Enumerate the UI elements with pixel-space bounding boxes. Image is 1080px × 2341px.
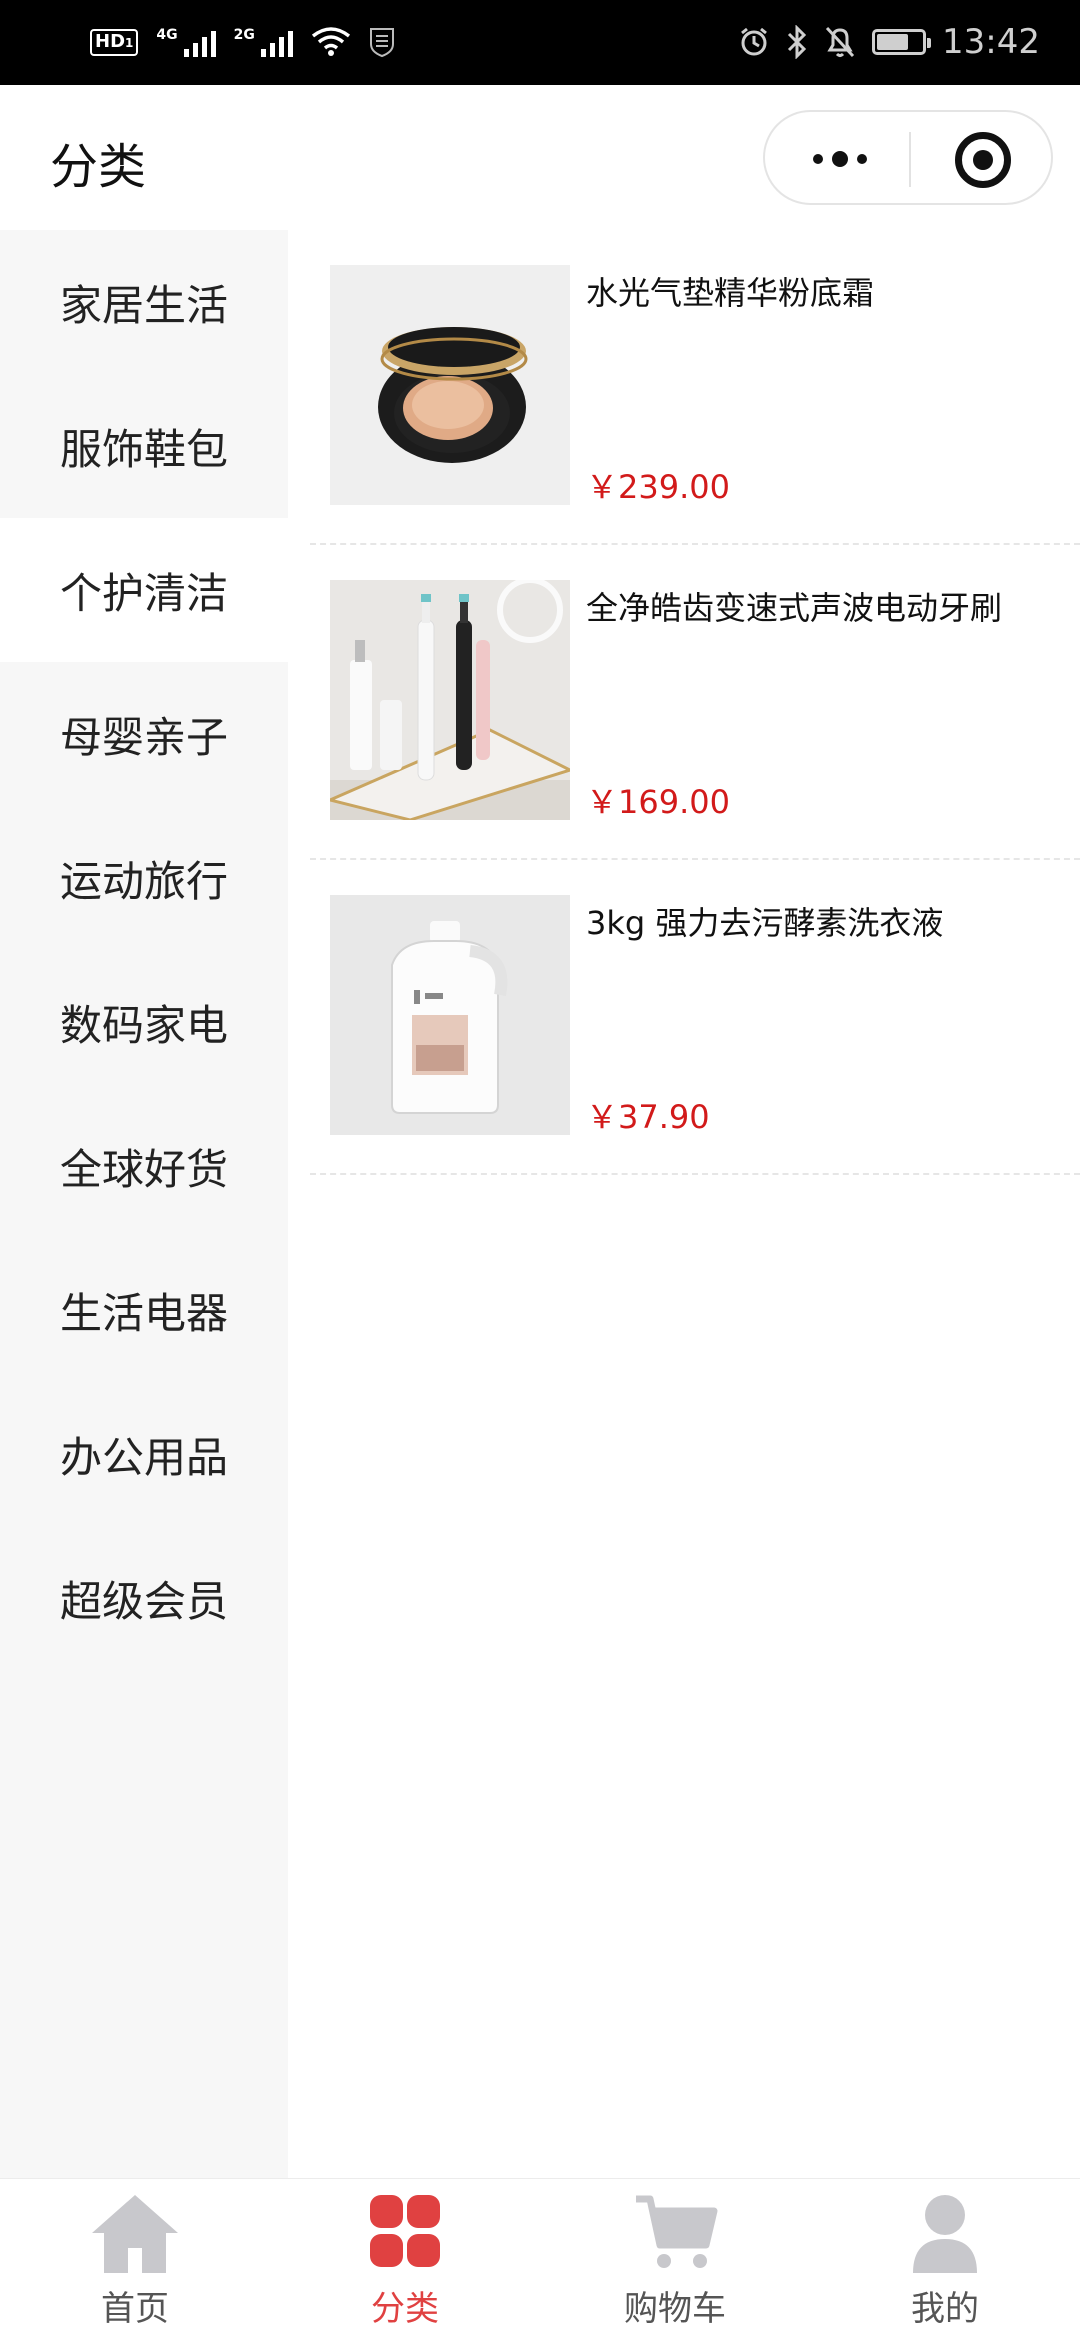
sidebar-item-personal-care[interactable]: 个护清洁 xyxy=(0,518,288,662)
home-icon xyxy=(92,2195,178,2273)
tab-label: 首页 xyxy=(101,2289,169,2329)
tab-label: 购物车 xyxy=(624,2289,726,2329)
sidebar-item-label: 超级会员 xyxy=(60,1576,229,1626)
mini-program-capsule xyxy=(763,110,1053,205)
alarm-icon xyxy=(741,27,767,56)
sidebar-item-appliances[interactable]: 生活电器 xyxy=(0,1238,288,1382)
tab-label: 我的 xyxy=(911,2289,979,2329)
capsule-divider xyxy=(909,132,911,187)
sidebar-item-global[interactable]: 全球好货 xyxy=(0,1094,288,1238)
hd-indicator: HD1 xyxy=(90,28,139,56)
sidebar-item-label: 家居生活 xyxy=(60,280,229,330)
bottom-tab-bar: 首页 分类 购物车 我的 xyxy=(0,2178,1080,2340)
clock: 13:42 xyxy=(942,22,1040,62)
sidebar-item-sports-travel[interactable]: 运动旅行 xyxy=(0,806,288,950)
sidebar-item-label: 生活电器 xyxy=(60,1288,229,1338)
close-mini-program-button[interactable] xyxy=(955,132,1011,188)
sidebar-item-mother-baby[interactable]: 母婴亲子 xyxy=(0,662,288,806)
product-price: ￥37.90 xyxy=(586,1098,710,1136)
status-bar: HD1 4G 2G 13:42 xyxy=(0,0,1080,85)
dot-icon xyxy=(832,151,848,167)
product-name[interactable]: 全净皓齿变速式声波电动牙刷 xyxy=(586,583,1002,629)
product-price: ￥239.00 xyxy=(586,468,730,506)
sidebar-item-super-member[interactable]: 超级会员 xyxy=(0,1526,288,1670)
tab-cart[interactable]: 购物车 xyxy=(540,2179,810,2341)
sidebar-item-label: 办公用品 xyxy=(60,1432,229,1482)
tab-category[interactable]: 分类 xyxy=(270,2179,540,2341)
sidebar-item-digital[interactable]: 数码家电 xyxy=(0,950,288,1094)
tab-label: 分类 xyxy=(371,2289,439,2329)
header: 分类 xyxy=(0,85,1080,230)
tab-profile[interactable]: 我的 xyxy=(810,2179,1080,2341)
list-item[interactable]: 全净皓齿变速式声波电动牙刷 ￥169.00 xyxy=(310,545,1080,860)
sidebar-item-office[interactable]: 办公用品 xyxy=(0,1382,288,1526)
sidebar-item-label: 服饰鞋包 xyxy=(60,424,229,474)
sidebar-item-label: 母婴亲子 xyxy=(60,712,229,762)
dot-icon xyxy=(857,154,867,164)
product-name[interactable]: 水光气垫精华粉底霜 xyxy=(586,268,874,314)
sidebar-item-label: 数码家电 xyxy=(60,1000,229,1050)
bluetooth-icon xyxy=(787,25,807,59)
mute-bell-icon xyxy=(825,26,855,58)
sidebar-item-label: 运动旅行 xyxy=(60,856,229,906)
product-list: 水光气垫精华粉底霜 ￥239.00 全净皓齿变速式声波电动牙刷 ￥169.00 … xyxy=(288,230,1080,2178)
cellular-signal-icon: 4G xyxy=(156,27,216,57)
laundry-detergent-image[interactable] xyxy=(330,895,570,1135)
battery-icon xyxy=(872,29,932,55)
sidebar-item-home-living[interactable]: 家居生活 xyxy=(0,230,288,374)
profile-icon xyxy=(913,2195,977,2273)
wifi-icon xyxy=(311,27,350,56)
cellular-signal-icon-2: 2G xyxy=(234,27,293,57)
list-item[interactable]: 3kg 强力去污酵素洗衣液 ￥37.90 xyxy=(310,860,1080,1175)
category-icon xyxy=(370,2195,440,2267)
page-title: 分类 xyxy=(50,139,147,195)
product-price: ￥169.00 xyxy=(586,783,730,821)
cushion-compact-image[interactable] xyxy=(330,265,570,505)
more-options-button[interactable] xyxy=(805,134,875,184)
sidebar-item-label: 个护清洁 xyxy=(60,568,229,618)
sidebar-item-apparel[interactable]: 服饰鞋包 xyxy=(0,374,288,518)
dot-icon xyxy=(813,154,823,164)
category-sidebar: 家居生活 服饰鞋包 个护清洁 母婴亲子 运动旅行 数码家电 全球好货 生活电器 … xyxy=(0,230,288,2178)
sidebar-item-label: 全球好货 xyxy=(60,1144,229,1194)
cart-icon xyxy=(636,2195,718,2268)
product-name[interactable]: 3kg 强力去污酵素洗衣液 xyxy=(586,898,943,944)
shield-icon xyxy=(369,28,394,58)
tab-home[interactable]: 首页 xyxy=(0,2179,270,2341)
list-item[interactable]: 水光气垫精华粉底霜 ￥239.00 xyxy=(310,230,1080,545)
electric-toothbrush-image[interactable] xyxy=(330,580,570,820)
